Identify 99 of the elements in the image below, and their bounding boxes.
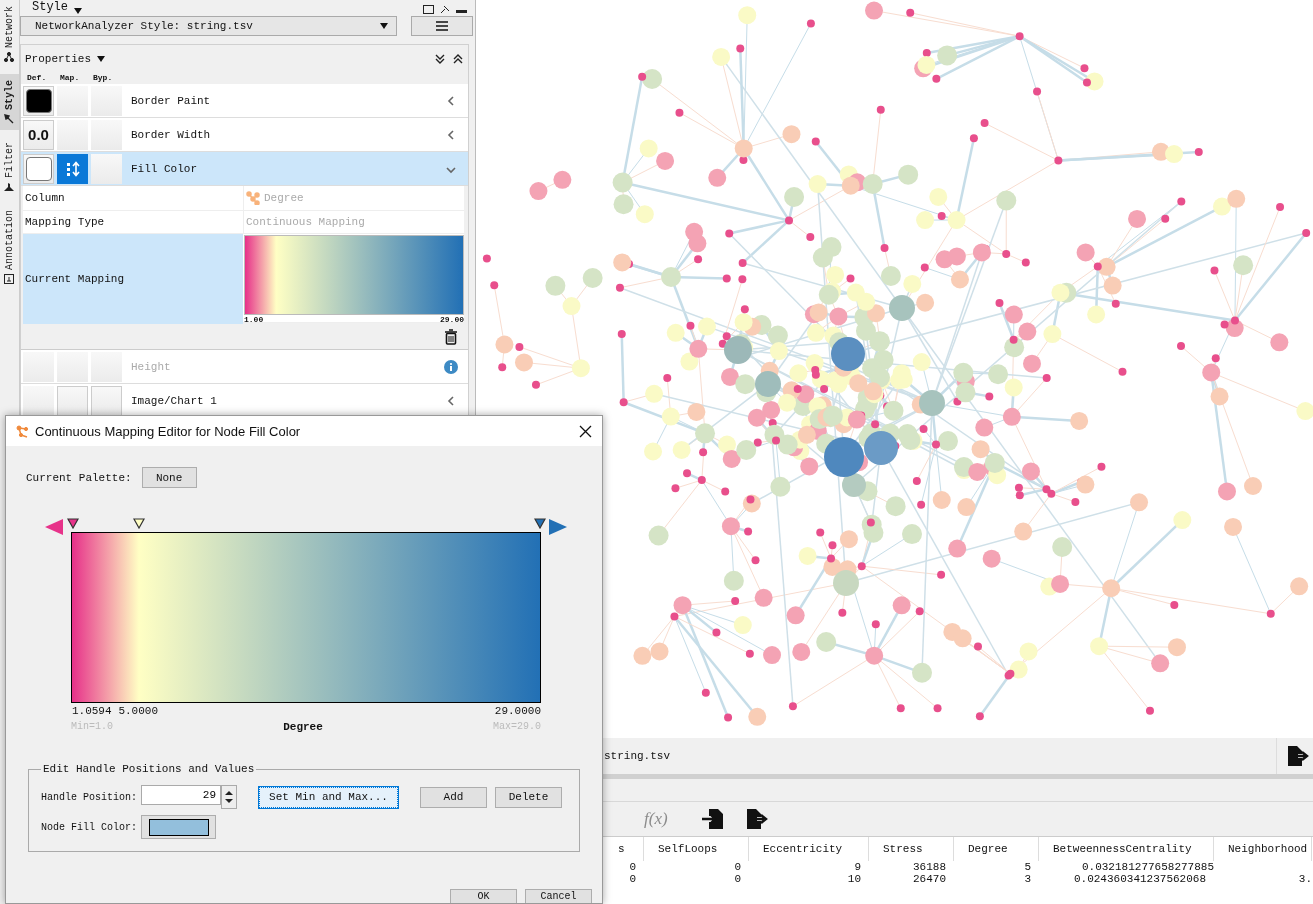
table-cell-text: 0 xyxy=(628,861,637,873)
table-cell-text: 3 xyxy=(1023,873,1032,885)
handle-value: 29.0000 xyxy=(494,705,541,717)
menu-icon xyxy=(436,21,448,31)
import-icon[interactable] xyxy=(701,809,724,829)
expand-all-icon[interactable] xyxy=(434,54,446,64)
axis-label: Degree xyxy=(283,721,323,733)
column-head: Map. xyxy=(60,73,81,82)
column-header[interactable]: Stress xyxy=(869,837,954,861)
table-cell-text: 0 xyxy=(733,873,742,885)
delete-button[interactable]: Delete xyxy=(495,786,562,808)
spinner-button[interactable] xyxy=(221,785,237,809)
handle-value: 5.0000 xyxy=(118,705,158,717)
column-header[interactable]: Neighborhood xyxy=(1214,837,1312,861)
field-label: Node Fill Color: xyxy=(41,821,138,833)
bypass-cell[interactable] xyxy=(91,385,122,416)
minimize-icon[interactable] xyxy=(456,10,467,14)
column-head: Byp. xyxy=(93,73,114,82)
trash-icon[interactable] xyxy=(444,329,458,345)
column-header[interactable]: SelfLoops xyxy=(644,837,749,861)
caret-icon[interactable] xyxy=(97,56,105,62)
field-label: Mapping Type xyxy=(24,215,106,230)
spinner-arrows-icon xyxy=(225,789,233,805)
filter-icon xyxy=(4,182,15,193)
field-label: Current Mapping xyxy=(23,234,243,324)
mapping-button[interactable] xyxy=(57,153,88,184)
table-cell-text: 0.032181277658277885 xyxy=(1080,861,1214,873)
column-header[interactable]: s xyxy=(604,837,644,861)
handle-value: 1.0594 xyxy=(71,705,112,717)
caret-icon xyxy=(380,23,388,29)
network-icon xyxy=(4,52,15,62)
cancel-button[interactable]: Cancel xyxy=(525,889,592,903)
field-label: Column xyxy=(24,191,66,206)
table-cell-text: 3. xyxy=(1297,873,1312,885)
property-name: Height xyxy=(130,360,172,373)
table-cell-text: 0.024360341237562068 xyxy=(1072,873,1207,885)
table-cell-text: 0 xyxy=(628,873,637,885)
bypass-cell[interactable] xyxy=(91,119,122,150)
side-tab[interactable]: Network xyxy=(0,0,19,68)
collapse-all-icon[interactable] xyxy=(452,54,464,64)
mapping-icon xyxy=(64,160,81,177)
side-tab[interactable]: Filter xyxy=(0,136,19,199)
style-dropdown[interactable]: NetworkAnalyzer Style: string.tsv xyxy=(20,16,397,36)
export-icon[interactable] xyxy=(745,809,768,829)
gradient-handle[interactable] xyxy=(66,518,79,529)
table-cell-text: 26470 xyxy=(912,873,947,885)
range-label: 1.00 xyxy=(244,315,264,324)
palette-button[interactable]: None xyxy=(141,467,197,488)
property-row[interactable]: Image/Chart 1 xyxy=(21,384,468,418)
column-header[interactable]: Eccentricity xyxy=(749,837,869,861)
pin-icon[interactable] xyxy=(440,5,450,14)
bypass-cell[interactable] xyxy=(91,85,122,116)
table-cell-text: 36188 xyxy=(912,861,947,873)
property-row[interactable]: 0.0 Border Width xyxy=(21,118,468,152)
table-cell-text: 9 xyxy=(853,861,862,873)
float-window-icon[interactable] xyxy=(423,5,434,14)
caret-icon[interactable] xyxy=(74,8,82,14)
default-value[interactable]: 0.0 xyxy=(23,119,54,150)
palette-label: Current Palette: xyxy=(26,471,132,484)
table-cell-text: 10 xyxy=(846,873,862,885)
property-row[interactable]: Fill Color xyxy=(21,152,468,186)
group-title: Edit Handle Positions and Values xyxy=(42,763,256,775)
handle-position-field[interactable]: 29 xyxy=(141,785,221,805)
column-header[interactable]: BetweennessCentrality xyxy=(1039,837,1214,861)
panel-title: Style xyxy=(32,0,68,14)
menu-button[interactable] xyxy=(411,16,473,36)
app-icon xyxy=(16,424,29,438)
column-head: Def. xyxy=(27,73,48,82)
below-range-handle[interactable] xyxy=(45,518,63,536)
table-cell-text: 5 xyxy=(1023,861,1032,873)
bypass-cell[interactable] xyxy=(91,153,122,184)
export-icon[interactable] xyxy=(1287,746,1309,766)
above-range-handle[interactable] xyxy=(549,518,567,536)
gradient-handle[interactable] xyxy=(534,518,546,529)
properties-title: Properties xyxy=(25,53,91,65)
color-button[interactable] xyxy=(141,815,216,839)
property-name: Fill Color xyxy=(130,162,198,175)
property-name: Image/Chart 1 xyxy=(130,394,218,407)
ok-button[interactable]: OK xyxy=(450,889,517,903)
default-cell[interactable] xyxy=(23,385,54,416)
network-icon xyxy=(246,191,260,205)
property-row[interactable]: Border Paint xyxy=(21,84,468,118)
gradient-handle[interactable] xyxy=(132,518,145,529)
add-button[interactable]: Add xyxy=(420,786,487,808)
range-label: 29.00 xyxy=(440,315,464,324)
column-header[interactable]: Degree xyxy=(954,837,1039,861)
side-tab[interactable]: Annotation xyxy=(0,204,19,291)
gradient-preview[interactable] xyxy=(244,235,464,315)
property-name: Border Paint xyxy=(130,94,212,107)
network-title: string.tsv xyxy=(604,750,670,762)
dialog-title: Continuous Mapping Editor for Node Fill Color xyxy=(35,423,301,439)
annotation-icon xyxy=(4,274,15,285)
set-range-button[interactable]: Set Min and Max... xyxy=(259,786,398,808)
field-label: Handle Position: xyxy=(41,791,138,803)
property-name: Border Width xyxy=(130,128,212,141)
mapping-button[interactable] xyxy=(57,385,88,416)
side-tab[interactable]: Style xyxy=(0,74,19,131)
close-icon[interactable] xyxy=(579,424,592,438)
table-cell-text: 0 xyxy=(733,861,742,873)
